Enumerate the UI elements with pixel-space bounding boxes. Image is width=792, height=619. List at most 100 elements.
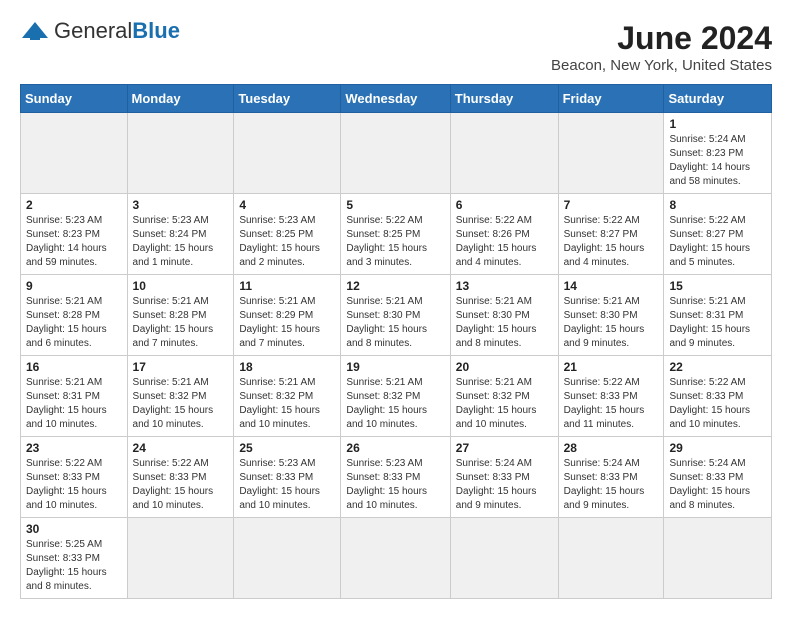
calendar-day-cell: 23 Sunrise: 5:22 AM Sunset: 8:33 PM Dayli… [21,437,128,518]
calendar-day-cell: 21Sunrise: 5:22 AM Sunset: 8:33 PM Dayli… [558,356,664,437]
day-number: 5 [346,198,444,212]
logo: GeneralBlue [20,20,180,42]
day-info: Sunrise: 5:22 AM Sunset: 8:26 PM Dayligh… [456,214,553,270]
day-number: 11 [239,279,335,293]
calendar-day-cell: 17 Sunrise: 5:21 AM Sunset: 8:32 PM Dayli… [127,356,234,437]
day-number: 29 [669,441,766,455]
calendar-day-cell: 16 Sunrise: 5:21 AM Sunset: 8:31 PM Dayli… [21,356,128,437]
day-number: 22 [669,360,766,374]
calendar-day-cell: 14 Sunrise: 5:21 AM Sunset: 8:30 PM Dayli… [558,275,664,356]
calendar-week-row: 9 Sunrise: 5:21 AM Sunset: 8:28 PM Daylig… [21,275,772,356]
calendar-day-cell: 7 Sunrise: 5:22 AM Sunset: 8:27 PM Daylig… [558,194,664,275]
day-number: 20 [456,360,553,374]
day-info: Sunrise: 5:21 AM Sunset: 8:32 PM Dayligh… [456,376,553,432]
day-info: Sunrise: 5:24 AM Sunset: 8:33 PM Dayligh… [456,457,553,513]
calendar-day-cell: 12 Sunrise: 5:21 AM Sunset: 8:30 PM Dayli… [341,275,450,356]
day-number: 8 [669,198,766,212]
calendar-week-row: 1 Sunrise: 5:24 AM Sunset: 8:23 PM Daylig… [21,113,772,194]
calendar-header-row: SundayMondayTuesdayWednesdayThursdayFrid… [21,85,772,113]
day-number: 23 [26,441,122,455]
day-number: 12 [346,279,444,293]
calendar-table: SundayMondayTuesdayWednesdayThursdayFrid… [20,84,772,599]
month-year-title: June 2024 [551,20,772,57]
day-number: 14 [564,279,659,293]
calendar-day-cell [234,113,341,194]
day-info: Sunrise: 5:21 AM Sunset: 8:30 PM Dayligh… [564,295,659,351]
calendar-day-cell: 30Sunrise: 5:25 AM Sunset: 8:33 PM Dayli… [21,518,128,599]
day-number: 7 [564,198,659,212]
calendar-day-cell: 5 Sunrise: 5:22 AM Sunset: 8:25 PM Daylig… [341,194,450,275]
weekday-header-monday: Monday [127,85,234,113]
day-number: 21 [564,360,659,374]
day-number: 9 [26,279,122,293]
day-info: Sunrise: 5:22 AM Sunset: 8:33 PM Dayligh… [133,457,229,513]
page-header: GeneralBlue June 2024 Beacon, New York, … [20,20,772,74]
calendar-day-cell: 25 Sunrise: 5:23 AM Sunset: 8:33 PM Dayli… [234,437,341,518]
day-info: Sunrise: 5:21 AM Sunset: 8:28 PM Dayligh… [133,295,229,351]
calendar-day-cell: 10 Sunrise: 5:21 AM Sunset: 8:28 PM Dayli… [127,275,234,356]
day-number: 13 [456,279,553,293]
weekday-header-sunday: Sunday [21,85,128,113]
day-info: Sunrise: 5:21 AM Sunset: 8:31 PM Dayligh… [26,376,122,432]
day-number: 16 [26,360,122,374]
day-info: Sunrise: 5:22 AM Sunset: 8:25 PM Dayligh… [346,214,444,270]
day-info: Sunrise: 5:21 AM Sunset: 8:32 PM Dayligh… [133,376,229,432]
day-info: Sunrise: 5:24 AM Sunset: 8:33 PM Dayligh… [669,457,766,513]
day-info: Sunrise: 5:23 AM Sunset: 8:33 PM Dayligh… [346,457,444,513]
day-number: 10 [133,279,229,293]
title-block: June 2024 Beacon, New York, United State… [551,20,772,74]
calendar-day-cell: 11Sunrise: 5:21 AM Sunset: 8:29 PM Dayli… [234,275,341,356]
calendar-day-cell [234,518,341,599]
day-number: 15 [669,279,766,293]
calendar-day-cell: 19Sunrise: 5:21 AM Sunset: 8:32 PM Dayli… [341,356,450,437]
day-number: 26 [346,441,444,455]
day-number: 30 [26,522,122,536]
weekday-header-thursday: Thursday [450,85,558,113]
day-info: Sunrise: 5:22 AM Sunset: 8:33 PM Dayligh… [26,457,122,513]
calendar-day-cell: 22Sunrise: 5:22 AM Sunset: 8:33 PM Dayli… [664,356,772,437]
day-info: Sunrise: 5:24 AM Sunset: 8:33 PM Dayligh… [564,457,659,513]
calendar-day-cell [558,113,664,194]
calendar-week-row: 16 Sunrise: 5:21 AM Sunset: 8:31 PM Dayli… [21,356,772,437]
calendar-week-row: 2Sunrise: 5:23 AM Sunset: 8:23 PM Daylig… [21,194,772,275]
day-info: Sunrise: 5:23 AM Sunset: 8:33 PM Dayligh… [239,457,335,513]
day-info: Sunrise: 5:23 AM Sunset: 8:24 PM Dayligh… [133,214,229,270]
calendar-day-cell [21,113,128,194]
weekday-header-friday: Friday [558,85,664,113]
day-number: 4 [239,198,335,212]
calendar-day-cell: 6 Sunrise: 5:22 AM Sunset: 8:26 PM Daylig… [450,194,558,275]
calendar-day-cell: 1 Sunrise: 5:24 AM Sunset: 8:23 PM Daylig… [664,113,772,194]
day-info: Sunrise: 5:23 AM Sunset: 8:23 PM Dayligh… [26,214,122,270]
calendar-day-cell [558,518,664,599]
day-info: Sunrise: 5:23 AM Sunset: 8:25 PM Dayligh… [239,214,335,270]
calendar-day-cell: 8Sunrise: 5:22 AM Sunset: 8:27 PM Daylig… [664,194,772,275]
logo-text: GeneralBlue [54,20,180,42]
day-info: Sunrise: 5:22 AM Sunset: 8:27 PM Dayligh… [564,214,659,270]
calendar-week-row: 30Sunrise: 5:25 AM Sunset: 8:33 PM Dayli… [21,518,772,599]
day-number: 17 [133,360,229,374]
day-number: 18 [239,360,335,374]
day-number: 1 [669,117,766,131]
calendar-day-cell: 3Sunrise: 5:23 AM Sunset: 8:24 PM Daylig… [127,194,234,275]
day-number: 6 [456,198,553,212]
day-number: 28 [564,441,659,455]
day-info: Sunrise: 5:21 AM Sunset: 8:32 PM Dayligh… [346,376,444,432]
calendar-day-cell [450,113,558,194]
calendar-day-cell: 28 Sunrise: 5:24 AM Sunset: 8:33 PM Dayli… [558,437,664,518]
calendar-day-cell [341,113,450,194]
calendar-day-cell [127,113,234,194]
weekday-header-tuesday: Tuesday [234,85,341,113]
day-number: 25 [239,441,335,455]
calendar-day-cell: 18 Sunrise: 5:21 AM Sunset: 8:32 PM Dayli… [234,356,341,437]
day-info: Sunrise: 5:24 AM Sunset: 8:23 PM Dayligh… [669,133,766,189]
calendar-day-cell: 15Sunrise: 5:21 AM Sunset: 8:31 PM Dayli… [664,275,772,356]
logo-icon [20,20,50,42]
day-info: Sunrise: 5:21 AM Sunset: 8:32 PM Dayligh… [239,376,335,432]
calendar-day-cell: 13Sunrise: 5:21 AM Sunset: 8:30 PM Dayli… [450,275,558,356]
day-info: Sunrise: 5:21 AM Sunset: 8:28 PM Dayligh… [26,295,122,351]
day-info: Sunrise: 5:21 AM Sunset: 8:30 PM Dayligh… [346,295,444,351]
calendar-day-cell: 20 Sunrise: 5:21 AM Sunset: 8:32 PM Dayli… [450,356,558,437]
calendar-day-cell: 24Sunrise: 5:22 AM Sunset: 8:33 PM Dayli… [127,437,234,518]
calendar-day-cell: 2Sunrise: 5:23 AM Sunset: 8:23 PM Daylig… [21,194,128,275]
calendar-week-row: 23 Sunrise: 5:22 AM Sunset: 8:33 PM Dayli… [21,437,772,518]
